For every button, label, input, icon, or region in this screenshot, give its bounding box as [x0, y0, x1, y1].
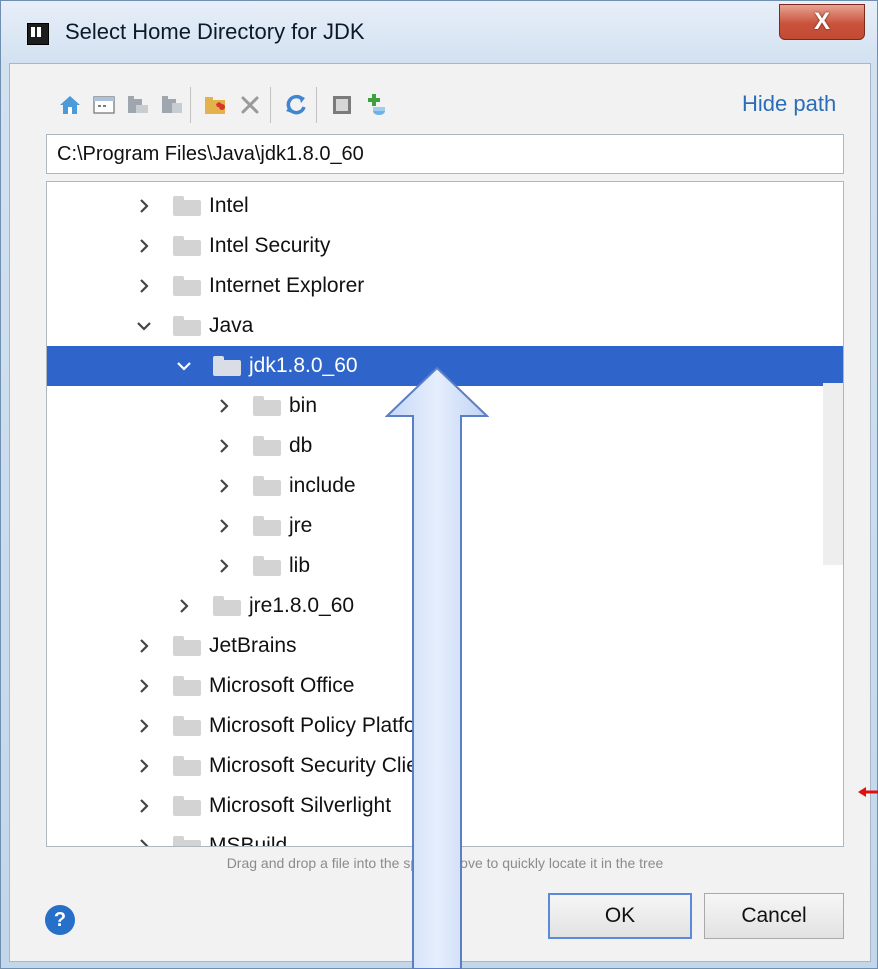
scrollbar-thumb[interactable] [823, 371, 843, 565]
tree-row[interactable]: Microsoft Security Client [47, 746, 843, 786]
tree-row[interactable]: jre [47, 506, 843, 546]
tree-row[interactable]: db [47, 426, 843, 466]
folder-icon [173, 676, 201, 696]
folder-icon [253, 396, 281, 416]
tree-row-label: include [289, 474, 356, 497]
tree-row[interactable]: Java [47, 306, 843, 346]
add-sdk-icon[interactable] [358, 85, 394, 125]
tree-row-label: bin [289, 394, 318, 417]
refresh-icon[interactable] [278, 85, 314, 125]
folder-icon [173, 276, 201, 296]
tree-row[interactable]: include [47, 466, 843, 506]
chevron-right-icon[interactable] [135, 797, 153, 815]
folder-icon [253, 556, 281, 576]
tree-row[interactable]: Intel [47, 186, 843, 226]
path-input[interactable] [46, 134, 844, 174]
delete-icon[interactable] [232, 85, 268, 125]
tree-row-label: jre1.8.0_60 [249, 594, 355, 617]
tree-row-label: Microsoft Policy Platform [209, 714, 441, 737]
window-title: Select Home Directory for JDK [65, 19, 365, 44]
chevron-right-icon[interactable] [135, 837, 153, 847]
tree-row-label: Microsoft Security Client [209, 754, 436, 777]
folder-icon [173, 836, 201, 846]
module-icon[interactable] [154, 85, 190, 125]
tree-row[interactable]: jre1.8.0_60 [47, 586, 843, 626]
folder-icon [213, 356, 241, 376]
folder-icon [213, 596, 241, 616]
chevron-right-icon[interactable] [135, 237, 153, 255]
folder-icon [173, 316, 201, 336]
tree-row-label: Microsoft Silverlight [209, 794, 392, 817]
folder-icon [173, 196, 201, 216]
chevron-right-icon[interactable] [135, 277, 153, 295]
tree-row-label: JetBrains [209, 634, 297, 657]
folder-icon [173, 236, 201, 256]
tree-row-label: Internet Explorer [209, 274, 365, 297]
tree-row[interactable]: Microsoft Silverlight [47, 786, 843, 826]
chevron-right-icon[interactable] [135, 757, 153, 775]
chevron-right-icon[interactable] [215, 437, 233, 455]
new-folder-icon[interactable] [198, 85, 234, 125]
folder-icon [173, 756, 201, 776]
chevron-right-icon[interactable] [215, 397, 233, 415]
cancel-button[interactable]: Cancel [704, 893, 844, 939]
tree-row-label: Intel Security [209, 234, 331, 257]
folder-icon [253, 516, 281, 536]
tree-row[interactable]: bin [47, 386, 843, 426]
tree-row[interactable]: Microsoft Office [47, 666, 843, 706]
tree-row-label: lib [289, 554, 311, 577]
folder-icon [173, 716, 201, 736]
toolbar-separator [316, 87, 317, 123]
drag-drop-hint: Drag and drop a file into the space abov… [226, 855, 664, 871]
chevron-right-icon[interactable] [215, 517, 233, 535]
tree-row[interactable]: Internet Explorer [47, 266, 843, 306]
tree-row[interactable]: jdk1.8.0_60 [47, 346, 843, 386]
title-bar: Select Home Directory for JDK X [1, 1, 877, 63]
annotation-red-arrow-tip [858, 787, 878, 797]
file-tree[interactable]: MSBuild Microsoft Silverlight Microsoft Se… [46, 181, 844, 847]
close-icon: X [813, 8, 830, 35]
chevron-down-icon[interactable] [175, 357, 193, 375]
project-icon[interactable] [120, 85, 156, 125]
show-hidden-icon[interactable] [324, 85, 360, 125]
scrollbar-selection-marker [823, 371, 843, 383]
toolbar-separator [190, 87, 191, 123]
chevron-right-icon[interactable] [135, 677, 153, 695]
tree-row-label: jre [289, 514, 313, 537]
chevron-right-icon[interactable] [135, 717, 153, 735]
chevron-right-icon[interactable] [215, 557, 233, 575]
tree-row-label: MSBuild [209, 834, 288, 847]
folder-icon [173, 636, 201, 656]
intellij-app-icon [27, 23, 49, 45]
chevron-down-icon[interactable] [135, 317, 153, 335]
chevron-right-icon[interactable] [215, 477, 233, 495]
chevron-right-icon[interactable] [135, 637, 153, 655]
close-button[interactable]: X [779, 4, 865, 40]
folder-icon [253, 436, 281, 456]
toolbar-separator [270, 87, 271, 123]
tree-row[interactable]: Microsoft Policy Platform [47, 706, 843, 746]
chevron-right-icon[interactable] [175, 597, 193, 615]
folder-icon [253, 476, 281, 496]
tree-row-label: Java [209, 314, 254, 337]
ok-button[interactable]: OK [548, 893, 692, 939]
tree-row[interactable]: lib [47, 546, 843, 586]
tree-row-label: Intel [209, 194, 249, 217]
chevron-right-icon[interactable] [135, 197, 153, 215]
tree-row-label: db [289, 434, 313, 457]
desktop-icon[interactable] [86, 85, 122, 125]
home-icon[interactable] [52, 85, 88, 125]
hide-path-link[interactable]: Hide path [742, 91, 836, 117]
tree-row-label: jdk1.8.0_60 [249, 354, 358, 377]
help-button[interactable]: ? [45, 905, 75, 935]
tree-row[interactable]: MSBuild [47, 826, 843, 847]
tree-row-label: Microsoft Office [209, 674, 355, 697]
tree-row[interactable]: JetBrains [47, 626, 843, 666]
folder-icon [173, 796, 201, 816]
tree-row[interactable]: Intel Security [47, 226, 843, 266]
